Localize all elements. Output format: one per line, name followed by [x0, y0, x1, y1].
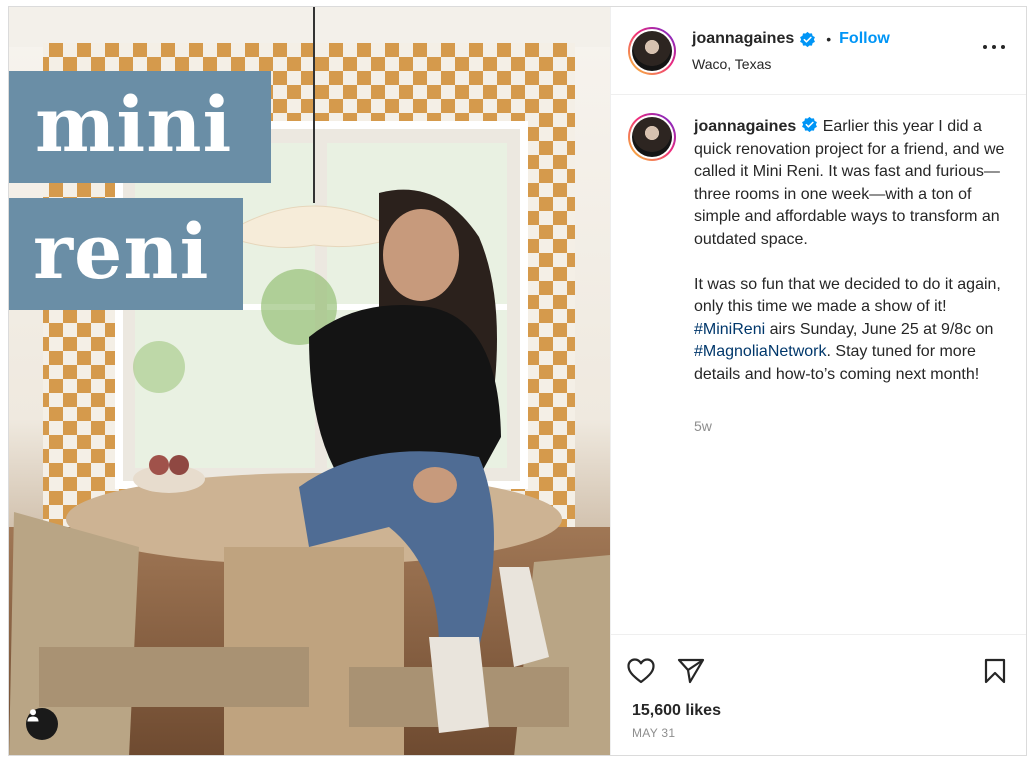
header-name-row: joannagaines • Follow — [692, 30, 890, 48]
caption-text: It was so fun that we decided to do it a… — [694, 275, 1001, 316]
caption-username[interactable]: joannagaines — [694, 118, 796, 135]
caption-text: airs Sunday, June 25 at 9/8c on — [765, 320, 994, 338]
like-button[interactable] — [625, 655, 657, 687]
post-date[interactable]: MAY 31 — [632, 726, 675, 740]
heart-icon — [627, 658, 655, 684]
user-icon — [27, 709, 39, 722]
share-button[interactable] — [675, 655, 707, 687]
verified-badge-icon — [800, 31, 816, 47]
save-button[interactable] — [979, 655, 1011, 687]
tagged-users-button[interactable] — [26, 708, 58, 740]
avatar[interactable] — [628, 27, 676, 75]
post-modal: mini reni joannagaines • Follow Waco, Te… — [8, 6, 1027, 756]
caption-avatar[interactable] — [628, 113, 676, 161]
more-options-button[interactable] — [983, 43, 1005, 51]
caption-paragraph-2: It was so fun that we decided to do it a… — [694, 274, 1009, 387]
post-photo[interactable]: mini reni — [9, 7, 610, 755]
caption-paragraph-1: Earlier this year I did a quick renovati… — [694, 118, 1005, 248]
more-horizontal-icon — [983, 45, 987, 49]
post-footer: 15,600 likes MAY 31 — [611, 634, 1026, 755]
post-side-panel: joannagaines • Follow Waco, Texas joanna… — [610, 7, 1026, 755]
hashtag-link[interactable]: #MagnoliaNetwork — [694, 343, 827, 360]
likes-count[interactable]: 15,600 likes — [632, 702, 721, 720]
hashtag-link[interactable]: #MiniReni — [694, 321, 765, 338]
title-overlay-line2: reni — [9, 198, 243, 310]
caption: joannagaines Earlier this year I did a q… — [694, 116, 1009, 387]
separator-dot: • — [826, 31, 832, 47]
bookmark-icon — [984, 658, 1006, 684]
title-overlay-line1: mini — [9, 71, 271, 183]
post-header: joannagaines • Follow Waco, Texas — [611, 7, 1026, 95]
post-age[interactable]: 5w — [694, 418, 712, 434]
header-username[interactable]: joannagaines — [692, 30, 794, 48]
location-link[interactable]: Waco, Texas — [692, 56, 771, 72]
send-icon — [677, 658, 705, 684]
follow-button[interactable]: Follow — [839, 30, 890, 48]
verified-badge-icon — [802, 116, 818, 133]
